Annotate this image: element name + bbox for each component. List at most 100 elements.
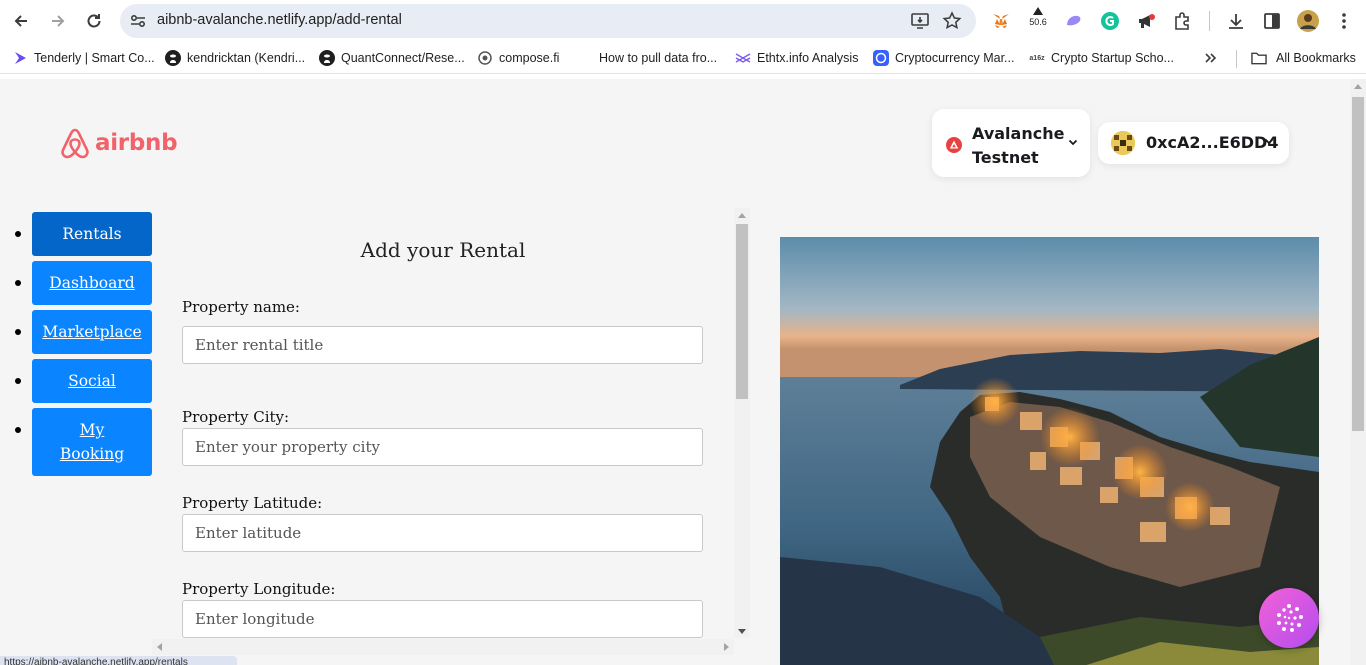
bookmark-star-icon[interactable] bbox=[942, 11, 962, 31]
bookmarks-divider bbox=[1236, 50, 1237, 68]
coinmarketcap-icon bbox=[873, 50, 889, 66]
compose-icon bbox=[477, 50, 493, 66]
property-city-label: Property City: bbox=[182, 408, 290, 426]
bookmark-label: Tenderly | Smart Co... bbox=[34, 51, 155, 65]
sidebar-item-rentals[interactable]: Rentals bbox=[32, 212, 152, 256]
property-city-input[interactable] bbox=[182, 428, 703, 466]
scroll-left-arrow-icon[interactable] bbox=[157, 643, 162, 651]
sidebar-item-label[interactable]: Social bbox=[68, 369, 116, 393]
github-icon bbox=[319, 50, 335, 66]
account-avatar-icon bbox=[1111, 131, 1135, 155]
bookmark-item[interactable]: a16z Crypto Startup Scho... bbox=[1029, 49, 1174, 67]
blank-page-icon bbox=[577, 50, 593, 66]
scrollbar-thumb[interactable] bbox=[736, 224, 748, 399]
property-longitude-input[interactable] bbox=[182, 600, 703, 638]
add-rental-form: Add your Rental Property name: Property … bbox=[152, 208, 750, 657]
link-status-bar: https://aibnb-avalanche.netlify.app/rent… bbox=[0, 656, 237, 665]
bookmark-label: kendricktan (Kendri... bbox=[187, 51, 306, 65]
page-vertical-scrollbar[interactable] bbox=[1350, 79, 1366, 665]
bookmark-item[interactable]: kendricktan (Kendri... bbox=[165, 49, 305, 67]
network-selector-button[interactable]: Avalanche Testnet bbox=[932, 109, 1090, 177]
rental-hero-image bbox=[780, 237, 1319, 665]
scroll-down-arrow-icon[interactable] bbox=[738, 629, 746, 634]
form-title: Add your Rental bbox=[360, 238, 526, 262]
all-bookmarks-label: All Bookmarks bbox=[1276, 51, 1356, 65]
browser-menu-icon[interactable] bbox=[1333, 10, 1355, 32]
airbnb-logo[interactable]: airbnb bbox=[59, 126, 178, 160]
airbnb-logo-text: airbnb bbox=[95, 130, 178, 156]
back-button[interactable] bbox=[8, 8, 34, 34]
folder-icon bbox=[1251, 50, 1267, 66]
chevron-down-icon bbox=[1068, 139, 1078, 146]
megaphone-extension-icon[interactable] bbox=[1135, 10, 1157, 32]
account-button[interactable]: 0xcA2...E6DD4 bbox=[1098, 122, 1289, 164]
scroll-up-arrow-icon[interactable] bbox=[1354, 84, 1362, 89]
property-latitude-input[interactable] bbox=[182, 514, 703, 552]
scroll-right-arrow-icon[interactable] bbox=[724, 643, 729, 651]
list-bullet bbox=[15, 231, 21, 237]
sidebar-item-label[interactable]: Marketplace bbox=[42, 320, 141, 344]
sidebar-item-label[interactable]: Dashboard bbox=[49, 271, 134, 295]
property-name-label: Property name: bbox=[182, 298, 300, 316]
bookmark-item[interactable]: Tenderly | Smart Co... bbox=[12, 49, 155, 67]
browser-toolbar: aibnb-avalanche.netlify.app/add-rental 5… bbox=[0, 0, 1366, 42]
sidebar-item-label[interactable]: My Booking bbox=[60, 418, 124, 466]
tenderly-icon bbox=[12, 50, 28, 66]
form-horizontal-scrollbar[interactable] bbox=[152, 639, 734, 655]
bookmark-item[interactable]: Ethtx.info Analysis bbox=[735, 49, 858, 67]
side-panel-icon[interactable] bbox=[1261, 10, 1283, 32]
all-bookmarks-button[interactable]: All Bookmarks bbox=[1251, 49, 1356, 67]
property-longitude-label: Property Longitude: bbox=[182, 580, 336, 598]
network-label: Avalanche Testnet bbox=[972, 124, 1065, 167]
chat-assistant-button[interactable] bbox=[1259, 588, 1319, 648]
list-bullet bbox=[15, 280, 21, 286]
sidebar-item-social[interactable]: Social bbox=[32, 359, 152, 403]
bookmark-label: QuantConnect/Rese... bbox=[341, 51, 465, 65]
form-vertical-scrollbar[interactable] bbox=[734, 208, 750, 638]
sidebar-item-marketplace[interactable]: Marketplace bbox=[32, 310, 152, 354]
install-app-icon[interactable] bbox=[910, 11, 930, 31]
metamask-extension-icon[interactable] bbox=[990, 10, 1012, 32]
account-address: 0xcA2...E6DD4 bbox=[1146, 133, 1279, 152]
bookmark-label: compose.fi bbox=[499, 51, 560, 65]
avalanche-icon bbox=[946, 137, 962, 153]
bookmark-label: How to pull data fro... bbox=[599, 51, 718, 65]
sidebar-item-label[interactable]: Rentals bbox=[62, 222, 121, 246]
downloads-icon[interactable] bbox=[1225, 10, 1247, 32]
bookmark-item[interactable]: How to pull data fro... bbox=[577, 49, 717, 67]
profile-avatar-icon[interactable] bbox=[1297, 10, 1319, 32]
toolbar-divider bbox=[1209, 11, 1210, 31]
list-bullet bbox=[15, 427, 21, 433]
ethtx-icon bbox=[735, 50, 751, 66]
github-icon bbox=[165, 50, 181, 66]
bookmark-label: Cryptocurrency Mar... bbox=[895, 51, 1015, 65]
spiral-dots-icon bbox=[1277, 604, 1303, 632]
extension-badge-text: 50.6 bbox=[1029, 17, 1047, 27]
grammarly-extension-icon[interactable] bbox=[1099, 10, 1121, 32]
url-text: aibnb-avalanche.netlify.app/add-rental bbox=[157, 12, 402, 28]
extensions-puzzle-icon[interactable] bbox=[1171, 10, 1193, 32]
pixel-extension-icon[interactable] bbox=[1063, 10, 1085, 32]
bookmark-label: Ethtx.info Analysis bbox=[757, 51, 859, 65]
sidebar-item-my-booking[interactable]: My Booking bbox=[32, 408, 152, 476]
list-bullet bbox=[15, 378, 21, 384]
price-extension-icon[interactable]: 50.6 bbox=[1027, 6, 1049, 28]
bookmark-label: Crypto Startup Scho... bbox=[1051, 51, 1174, 65]
bookmark-item[interactable]: Cryptocurrency Mar... bbox=[873, 49, 1014, 67]
list-bullet bbox=[15, 329, 21, 335]
property-name-input[interactable] bbox=[182, 326, 703, 364]
sidebar-item-dashboard[interactable]: Dashboard bbox=[32, 261, 152, 305]
more-bookmarks-button[interactable] bbox=[1204, 49, 1218, 67]
chevron-down-icon bbox=[1264, 138, 1274, 145]
site-info-icon[interactable] bbox=[128, 11, 148, 31]
reload-icon bbox=[87, 14, 101, 28]
forward-button[interactable] bbox=[45, 8, 71, 34]
address-bar[interactable]: aibnb-avalanche.netlify.app/add-rental bbox=[120, 4, 976, 38]
bookmark-item[interactable]: compose.fi bbox=[477, 49, 559, 67]
scrollbar-thumb[interactable] bbox=[1352, 97, 1364, 431]
reload-button[interactable] bbox=[81, 8, 107, 34]
page-content: airbnb Avalanche Testnet 0xcA2...E6DD4 R… bbox=[0, 79, 1350, 665]
bookmark-item[interactable]: QuantConnect/Rese... bbox=[319, 49, 465, 67]
a16z-icon: a16z bbox=[1029, 54, 1045, 62]
scroll-up-arrow-icon[interactable] bbox=[738, 213, 746, 218]
